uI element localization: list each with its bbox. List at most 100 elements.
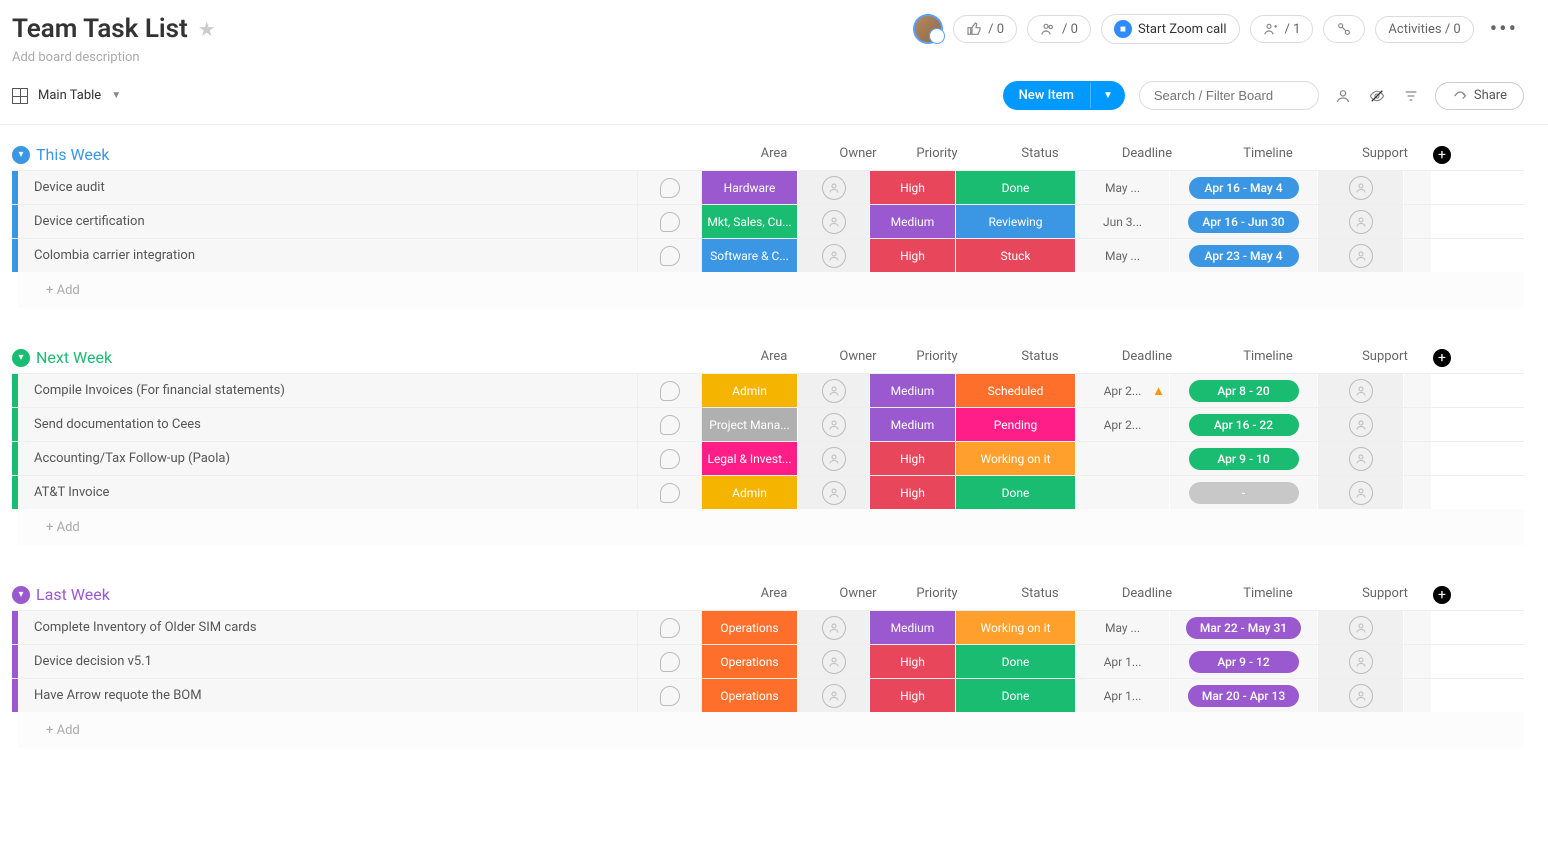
column-header[interactable]: Priority <box>894 349 980 367</box>
deadline-cell[interactable]: Apr 1... <box>1076 645 1170 678</box>
priority-cell[interactable]: High <box>870 645 956 678</box>
column-header[interactable]: Priority <box>894 146 980 164</box>
column-header[interactable]: Deadline <box>1100 146 1194 164</box>
timeline-cell[interactable]: - <box>1170 476 1318 509</box>
priority-cell[interactable]: High <box>870 476 956 509</box>
support-cell[interactable] <box>1318 239 1404 272</box>
row-title[interactable]: Device audit <box>18 171 638 204</box>
deadline-cell[interactable] <box>1076 442 1170 475</box>
timeline-cell[interactable]: Mar 20 - Apr 13 <box>1170 679 1318 712</box>
area-cell[interactable]: Software & C... <box>702 239 798 272</box>
status-cell[interactable]: Scheduled <box>956 374 1076 407</box>
support-cell[interactable] <box>1318 171 1404 204</box>
hide-icon[interactable] <box>1367 86 1387 106</box>
table-row[interactable]: Send documentation to CeesProject Mana..… <box>12 407 1524 441</box>
timeline-cell[interactable]: Apr 16 - May 4 <box>1170 171 1318 204</box>
table-row[interactable]: Device decision v5.1OperationsHighDoneAp… <box>12 644 1524 678</box>
column-header[interactable]: Area <box>726 586 822 604</box>
group-title[interactable]: Next Week <box>36 348 726 367</box>
support-cell[interactable] <box>1318 374 1404 407</box>
column-header[interactable]: Deadline <box>1100 586 1194 604</box>
owner-cell[interactable] <box>798 374 870 407</box>
table-row[interactable]: Compile Invoices (For financial statemen… <box>12 373 1524 407</box>
chat-cell[interactable] <box>638 645 702 678</box>
table-row[interactable]: Have Arrow requote the BOMOperationsHigh… <box>12 678 1524 712</box>
search-input[interactable] <box>1139 81 1319 110</box>
priority-cell[interactable]: High <box>870 171 956 204</box>
zoom-button[interactable]: ■ Start Zoom call <box>1101 14 1240 44</box>
deadline-cell[interactable] <box>1076 476 1170 509</box>
timeline-cell[interactable]: Apr 9 - 12 <box>1170 645 1318 678</box>
add-item-row[interactable]: + Add <box>12 509 1524 545</box>
add-column-icon[interactable]: + <box>1433 146 1451 164</box>
integrations-pill[interactable] <box>1323 15 1365 43</box>
follows-pill[interactable]: / 0 <box>1027 15 1091 43</box>
support-cell[interactable] <box>1318 611 1404 644</box>
row-title[interactable]: Colombia carrier integration <box>18 239 638 272</box>
column-header[interactable]: Status <box>980 349 1100 367</box>
timeline-cell[interactable]: Apr 16 - Jun 30 <box>1170 205 1318 238</box>
star-icon[interactable]: ★ <box>198 17 216 41</box>
support-cell[interactable] <box>1318 476 1404 509</box>
deadline-cell[interactable]: May ... <box>1076 611 1170 644</box>
board-title[interactable]: Team Task List <box>12 14 188 44</box>
group-title[interactable]: Last Week <box>36 585 726 604</box>
status-cell[interactable]: Working on it <box>956 611 1076 644</box>
column-header[interactable]: Priority <box>894 586 980 604</box>
column-header[interactable]: Timeline <box>1194 586 1342 604</box>
chat-cell[interactable] <box>638 205 702 238</box>
add-column-icon[interactable]: + <box>1433 349 1451 367</box>
area-cell[interactable]: Hardware <box>702 171 798 204</box>
priority-cell[interactable]: Medium <box>870 611 956 644</box>
group-title[interactable]: This Week <box>36 145 726 164</box>
collapse-icon[interactable]: ▾ <box>12 586 30 604</box>
status-cell[interactable]: Reviewing <box>956 205 1076 238</box>
row-title[interactable]: Compile Invoices (For financial statemen… <box>18 374 638 407</box>
priority-cell[interactable]: Medium <box>870 408 956 441</box>
chat-cell[interactable] <box>638 476 702 509</box>
row-title[interactable]: Device decision v5.1 <box>18 645 638 678</box>
add-item-row[interactable]: + Add <box>12 272 1524 308</box>
deadline-cell[interactable]: Apr 2...▲ <box>1076 374 1170 407</box>
owner-cell[interactable] <box>798 442 870 475</box>
column-header[interactable]: Deadline <box>1100 349 1194 367</box>
deadline-cell[interactable]: May ... <box>1076 171 1170 204</box>
add-item-label[interactable]: + Add <box>18 509 1524 545</box>
status-cell[interactable]: Done <box>956 645 1076 678</box>
avatar[interactable] <box>913 14 943 44</box>
collapse-icon[interactable]: ▾ <box>12 349 30 367</box>
row-title[interactable]: Complete Inventory of Older SIM cards <box>18 611 638 644</box>
status-cell[interactable]: Working on it <box>956 442 1076 475</box>
chat-cell[interactable] <box>638 239 702 272</box>
add-item-label[interactable]: + Add <box>18 712 1524 748</box>
area-cell[interactable]: Mkt, Sales, Cu... <box>702 205 798 238</box>
timeline-cell[interactable]: Mar 22 - May 31 <box>1170 611 1318 644</box>
add-column-icon[interactable]: + <box>1433 586 1451 604</box>
status-cell[interactable]: Pending <box>956 408 1076 441</box>
row-title[interactable]: Device certification <box>18 205 638 238</box>
status-cell[interactable]: Done <box>956 171 1076 204</box>
owner-cell[interactable] <box>798 679 870 712</box>
owner-cell[interactable] <box>798 645 870 678</box>
status-cell[interactable]: Stuck <box>956 239 1076 272</box>
column-header[interactable]: Area <box>726 146 822 164</box>
priority-cell[interactable]: Medium <box>870 205 956 238</box>
activities-pill[interactable]: Activities / 0 <box>1375 16 1473 43</box>
column-header[interactable]: Timeline <box>1194 349 1342 367</box>
owner-cell[interactable] <box>798 239 870 272</box>
column-header[interactable]: Status <box>980 146 1100 164</box>
add-item-row[interactable]: + Add <box>12 712 1524 748</box>
new-item-dropdown[interactable]: ▼ <box>1090 83 1125 108</box>
owner-cell[interactable] <box>798 171 870 204</box>
column-header[interactable]: Support <box>1342 586 1428 604</box>
new-item-label[interactable]: New Item <box>1003 81 1090 110</box>
chat-cell[interactable] <box>638 374 702 407</box>
column-header[interactable]: Support <box>1342 349 1428 367</box>
area-cell[interactable]: Operations <box>702 645 798 678</box>
table-row[interactable]: Device audit Hardware HighDoneMay ...Apr 1… <box>12 170 1524 204</box>
column-header[interactable]: Owner <box>822 349 894 367</box>
column-header[interactable]: Status <box>980 586 1100 604</box>
chat-cell[interactable] <box>638 679 702 712</box>
area-cell[interactable]: Operations <box>702 611 798 644</box>
priority-cell[interactable]: Medium <box>870 374 956 407</box>
